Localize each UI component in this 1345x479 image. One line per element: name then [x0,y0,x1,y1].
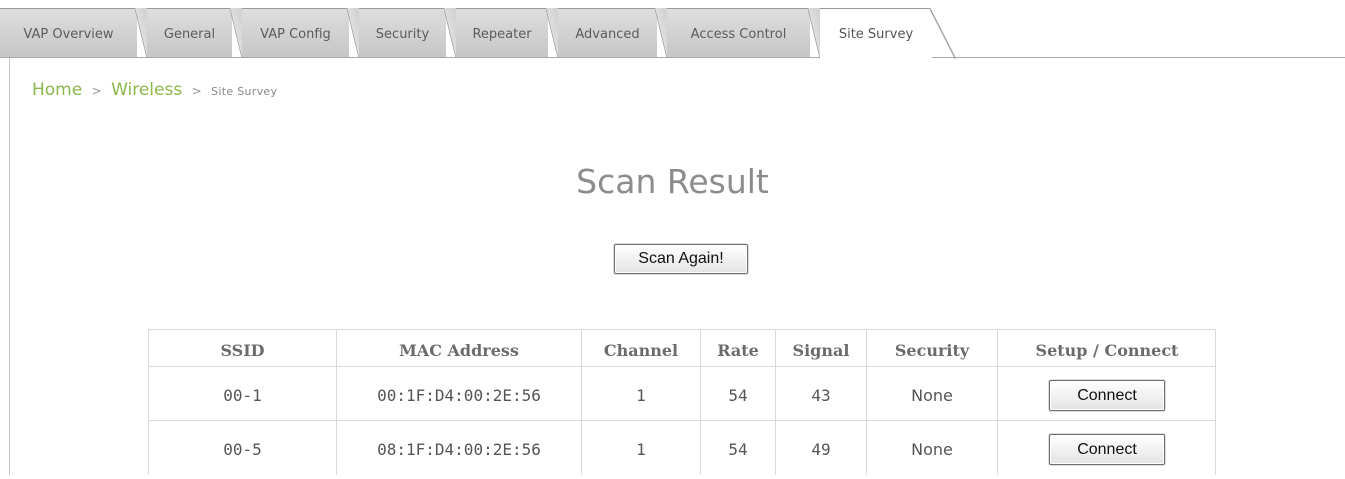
cell-security: None [866,367,997,421]
tab-security[interactable]: Security [359,8,456,58]
breadcrumb-wireless-link[interactable]: Wireless [111,80,182,100]
breadcrumb-current: Site Survey [211,85,278,98]
tab-repeater[interactable]: Repeater [456,8,558,58]
tab-advanced[interactable]: Advanced [558,8,667,58]
cell-mac-address: 08:1F:D4:00:2E:56 [336,421,581,475]
connect-button[interactable]: Connect [1049,434,1165,465]
cell-signal: 49 [775,421,866,475]
table-row: 00-5 08:1F:D4:00:2E:56 1 54 49 None Conn… [148,420,1216,475]
content-left-border [9,58,10,475]
table-row: 00-1 00:1F:D4:00:2E:56 1 54 43 None Conn… [148,366,1216,421]
page-title: Scan Result [576,162,769,201]
cell-security: None [866,421,997,475]
breadcrumb: Home > Wireless > Site Survey [32,80,277,100]
scan-again-button[interactable]: Scan Again! [614,244,748,274]
tab-vap-config[interactable]: VAP Config [242,8,359,58]
breadcrumb-separator: > [191,84,202,98]
tab-vap-overview[interactable]: VAP Overview [0,8,147,58]
breadcrumb-home-link[interactable]: Home [32,80,82,100]
cell-ssid: 00-1 [148,367,336,421]
connect-button[interactable]: Connect [1049,380,1165,411]
cell-channel: 1 [581,421,700,475]
tab-bar: VAP Overview General VAP Config Security… [0,0,1345,59]
cell-channel: 1 [581,367,700,421]
tab-general[interactable]: General [147,8,242,58]
tab-access-control[interactable]: Access Control [667,8,820,58]
cell-rate: 54 [700,367,775,421]
tab-site-survey[interactable]: Site Survey [820,8,956,59]
cell-ssid: 00-5 [148,421,336,475]
breadcrumb-separator: > [91,84,102,98]
cell-rate: 54 [700,421,775,475]
table-right-border [1215,329,1216,475]
cell-setup-connect: Connect [997,421,1216,475]
tab-underline [0,57,1345,58]
cell-mac-address: 00:1F:D4:00:2E:56 [336,367,581,421]
cell-signal: 43 [775,367,866,421]
cell-setup-connect: Connect [997,367,1216,421]
